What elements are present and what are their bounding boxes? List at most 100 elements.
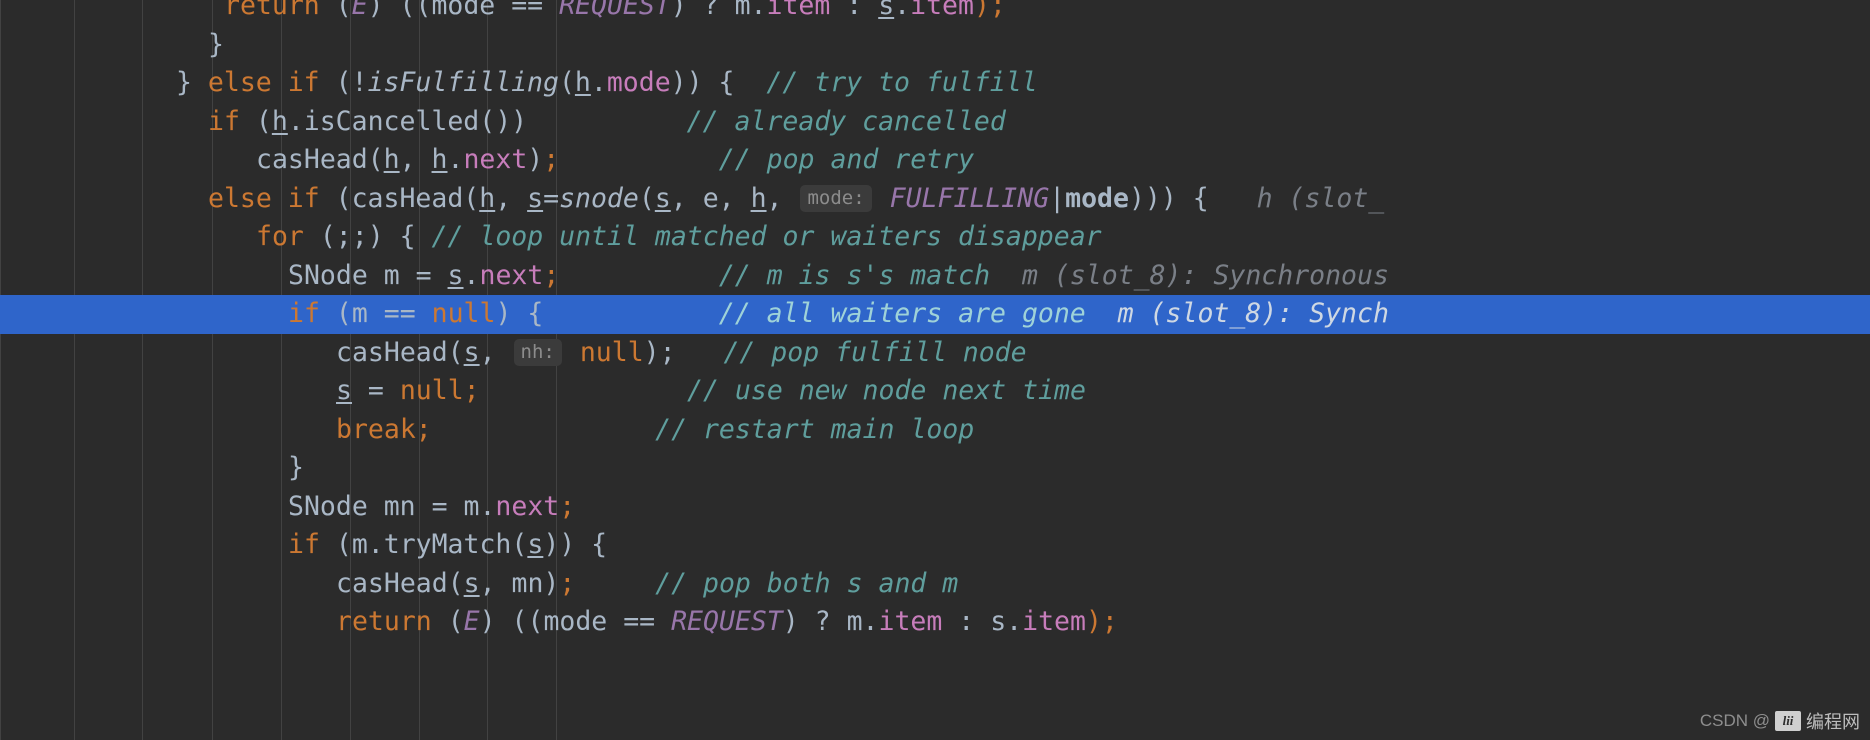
code-token: , — [766, 182, 799, 214]
code-line[interactable]: return (E) ((mode == REQUEST) ? m.item :… — [0, 603, 1870, 642]
code-token: s — [336, 375, 352, 406]
code-token: mode — [1065, 182, 1129, 214]
code-keyword: return — [224, 0, 336, 21]
code-line[interactable]: SNode mn = m.next; — [0, 488, 1870, 527]
code-line-content: SNode m = s.next; // m is s's match m (s… — [0, 260, 1389, 291]
code-line[interactable]: break; // restart main loop — [0, 411, 1870, 450]
code-token: ( — [558, 67, 575, 98]
code-keyword: ; — [415, 413, 432, 445]
code-token: h — [750, 182, 767, 214]
code-line-content: if (m == null) { // all waiters are gone… — [0, 298, 1389, 329]
code-line-content: } — [0, 452, 304, 483]
code-token: REQUEST — [559, 0, 671, 21]
code-line-content: } else if (!isFulfilling(h.mode)) { // t… — [0, 67, 1038, 98]
code-token: )) { — [543, 529, 608, 560]
code-token: ( — [638, 182, 655, 214]
code-token: h — [574, 67, 591, 98]
code-lines: return (E) ((mode == REQUEST) ? m.item :… — [0, 0, 1870, 740]
code-line-content: for (;;) { // loop until matched or wait… — [0, 221, 1102, 252]
code-token: casHead( — [336, 567, 464, 599]
code-keyword: null — [431, 298, 496, 329]
code-keyword: else if — [207, 67, 320, 98]
code-line[interactable]: if (m.tryMatch(s)) { — [0, 526, 1870, 565]
code-token: ) ((mode == — [367, 0, 560, 21]
code-token: item — [1022, 606, 1086, 637]
code-line[interactable]: } — [0, 26, 1870, 65]
code-token: ) ? m. — [782, 606, 879, 637]
code-line[interactable]: casHead(s, nh: null); // pop fulfill nod… — [0, 334, 1870, 373]
code-line-highlighted[interactable]: if (m == null) { // all waiters are gone… — [0, 295, 1870, 334]
inline-debug-value: m (slot_8): Synch — [1085, 298, 1389, 329]
code-line[interactable]: for (;;) { // loop until matched or wait… — [0, 218, 1870, 257]
code-token: h — [431, 144, 448, 175]
code-comment: // m is s's match — [559, 259, 991, 291]
inlay-parameter-hint[interactable]: mode: — [800, 184, 872, 212]
code-token: next — [495, 490, 560, 522]
code-token: SNode m = — [288, 259, 448, 291]
code-token: , e, — [670, 182, 751, 214]
code-keyword: if — [288, 529, 320, 560]
code-token: = — [351, 375, 400, 406]
inlay-parameter-hint[interactable]: nh: — [513, 338, 562, 366]
code-token: | — [1049, 182, 1066, 214]
code-token: h — [271, 105, 288, 137]
code-token: , mn) — [479, 567, 560, 599]
code-token: isFulfilling — [367, 67, 559, 98]
code-token: ); — [643, 336, 676, 368]
inline-debug-value: m (slot_8): Synchronous — [990, 259, 1389, 291]
code-line[interactable]: } else if (!isFulfilling(h.mode)) { // t… — [0, 64, 1870, 103]
code-line-content: if (m.tryMatch(s)) { — [0, 529, 607, 560]
code-comment: // already cancelled — [527, 105, 1006, 137]
csdn-logo-icon: lii — [1775, 711, 1801, 731]
code-line[interactable]: } — [0, 449, 1870, 488]
code-line[interactable]: return (E) ((mode == REQUEST) ? m.item :… — [0, 0, 1870, 26]
code-comment: // pop both s and m — [575, 567, 959, 599]
code-token: item — [766, 0, 831, 21]
code-keyword: null — [579, 336, 644, 368]
code-token: ) { — [495, 298, 544, 329]
code-token: ( — [239, 105, 272, 137]
code-line[interactable]: if (h.isCancelled()) // already cancelle… — [0, 103, 1870, 142]
code-comment: // restart main loop — [431, 413, 975, 445]
code-line-content: SNode mn = m.next; — [0, 491, 575, 522]
code-token: s — [878, 0, 895, 21]
code-token: s — [527, 529, 544, 560]
code-comment: // try to fulfill — [734, 67, 1038, 98]
code-line-content: } — [0, 29, 224, 60]
code-line[interactable]: SNode m = s.next; // m is s's match m (s… — [0, 257, 1870, 296]
code-line-content: s = null; // use new node next time — [0, 375, 1086, 406]
code-token: mode — [606, 67, 671, 98]
code-token: ))) { — [1128, 182, 1209, 214]
code-token: ( — [335, 0, 352, 21]
code-token: , — [399, 144, 432, 175]
code-line-content: casHead(s, nh: null); // pop fulfill nod… — [0, 337, 1027, 368]
code-editor[interactable]: return (E) ((mode == REQUEST) ? m.item :… — [0, 0, 1870, 740]
code-keyword: if — [288, 298, 320, 329]
code-keyword: else if — [208, 182, 320, 214]
code-token: REQUEST — [671, 606, 783, 637]
code-line[interactable]: else if (casHead(h, s=snode(s, e, h, mod… — [0, 180, 1870, 219]
code-line[interactable]: casHead(h, h.next); // pop and retry — [0, 141, 1870, 180]
code-keyword: ; — [559, 567, 576, 599]
code-token: ( — [447, 606, 464, 637]
code-line[interactable]: s = null; // use new node next time — [0, 372, 1870, 411]
code-token: (casHead( — [319, 182, 480, 214]
code-keyword: ; — [543, 259, 560, 291]
code-token: } — [176, 67, 208, 98]
code-token: } — [288, 452, 304, 483]
watermark-prefix: CSDN @ — [1699, 711, 1770, 730]
code-keyword: break — [336, 413, 416, 445]
code-keyword: null — [399, 375, 464, 406]
code-keyword: if — [208, 105, 240, 137]
code-comment: // pop and retry — [559, 144, 975, 175]
code-token: : s. — [942, 606, 1023, 637]
code-token: item — [878, 606, 943, 637]
code-token: s — [654, 182, 671, 214]
code-token: next — [463, 144, 528, 175]
code-token: .isCancelled()) — [287, 105, 528, 137]
code-line-content: return (E) ((mode == REQUEST) ? m.item :… — [0, 606, 1118, 637]
code-token: casHead( — [336, 336, 464, 368]
code-line[interactable]: casHead(s, mn); // pop both s and m — [0, 565, 1870, 604]
code-comment: // use new node next time — [479, 375, 1086, 406]
code-comment: // all waiters are gone — [543, 298, 1086, 329]
